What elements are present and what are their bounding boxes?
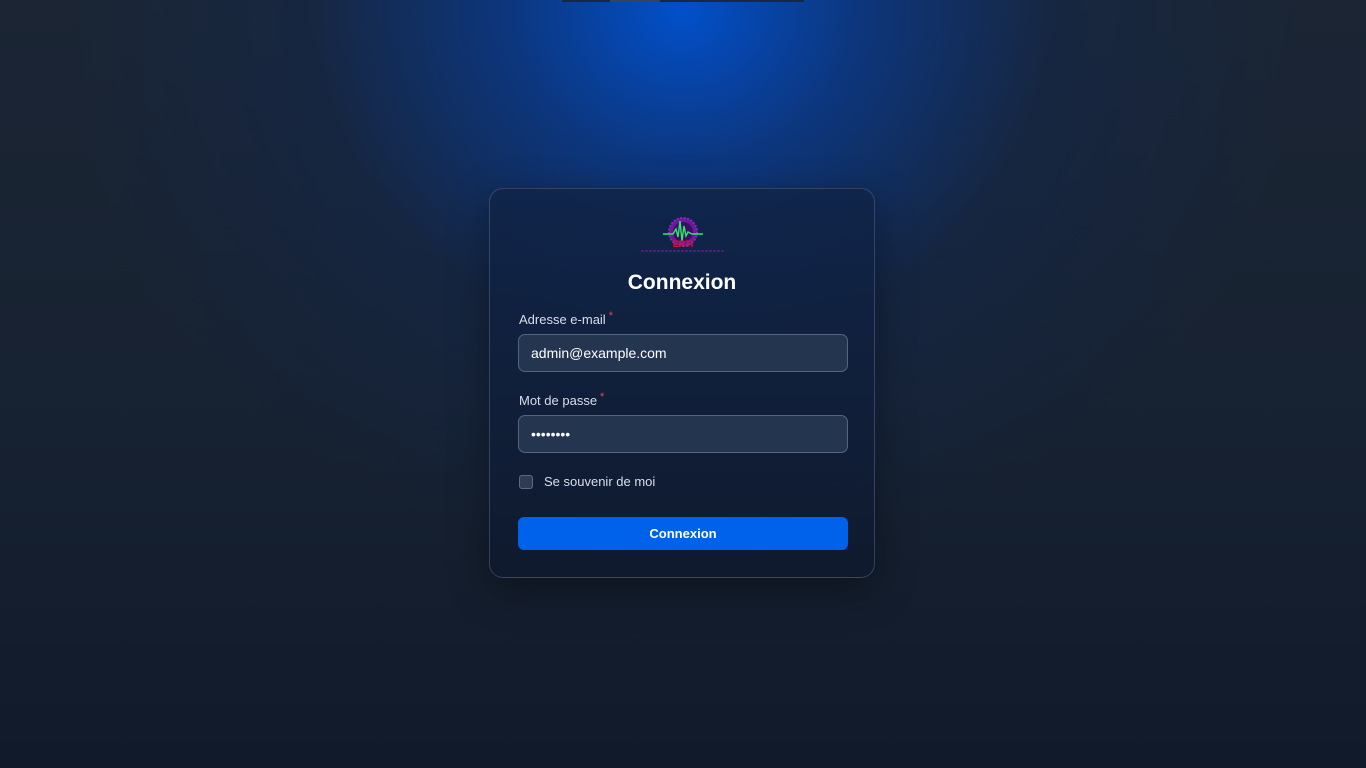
remember-me-label[interactable]: Se souvenir de moi	[544, 474, 655, 489]
password-required-mark: *	[600, 391, 605, 403]
password-label-text: Mot de passe	[519, 393, 598, 408]
login-button[interactable]: Connexion	[518, 517, 848, 550]
email-label-text: Adresse e-mail	[519, 312, 606, 327]
email-label: Adresse e-mail *	[519, 310, 613, 327]
email-required-mark: *	[608, 310, 613, 322]
remember-me-checkbox[interactable]	[519, 475, 533, 489]
company-logo-icon: ERTI	[637, 215, 729, 255]
password-field[interactable]	[518, 415, 848, 453]
top-loading-bar-segment	[610, 0, 660, 2]
top-loading-bar	[562, 0, 804, 2]
password-label: Mot de passe *	[519, 391, 605, 408]
email-field[interactable]	[518, 334, 848, 372]
login-card: ERTI Connexion Adresse e-mail* Mot de pa…	[489, 188, 875, 578]
page-title: Connexion	[627, 271, 737, 294]
svg-text:ERTI: ERTI	[673, 239, 694, 249]
